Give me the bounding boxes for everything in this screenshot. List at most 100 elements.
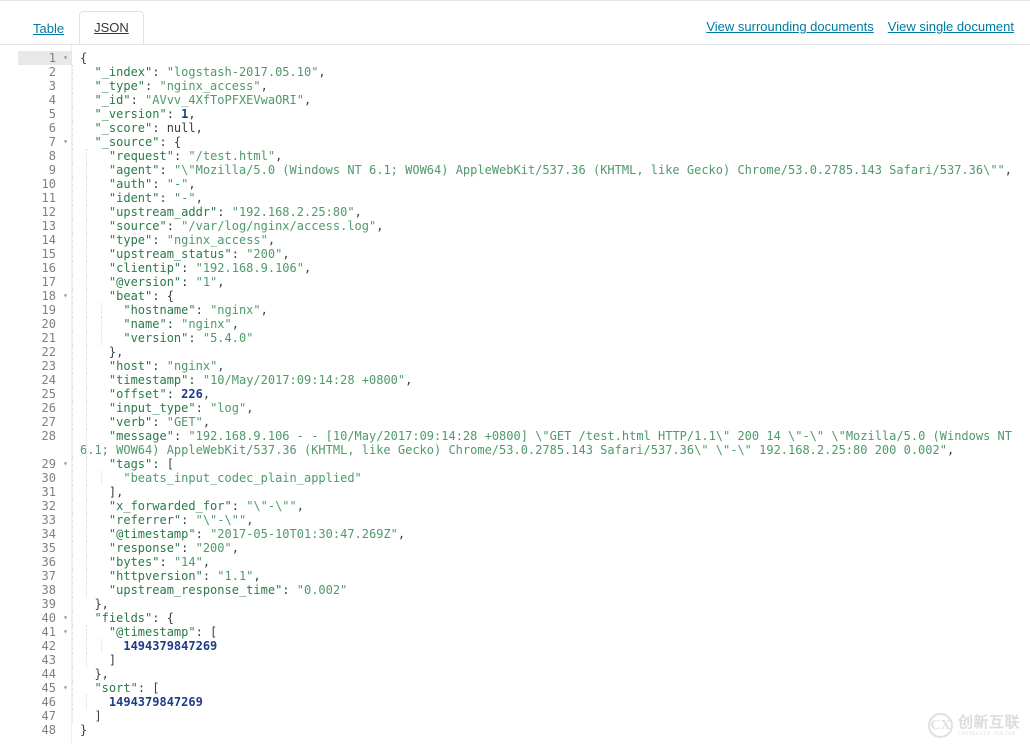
code-line[interactable]: 17 "@version": "1",	[0, 275, 1030, 289]
token-p: :	[231, 499, 247, 513]
code-line[interactable]: 2 "_index": "logstash-2017.05.10",	[0, 65, 1030, 79]
code-line[interactable]: 36 "bytes": "14",	[0, 555, 1030, 569]
code-line[interactable]: 37 "httpversion": "1.1",	[0, 569, 1030, 583]
chevron-down-icon[interactable]: ▾	[63, 457, 68, 471]
code-line[interactable]: 47 ]	[0, 709, 1030, 723]
code-line-content: 1494379847269	[72, 639, 1030, 653]
code-line[interactable]: 22 },	[0, 345, 1030, 359]
token-s: "nginx_access"	[166, 233, 268, 247]
token-p: ,	[275, 149, 283, 163]
token-p: :	[159, 555, 174, 569]
code-line[interactable]: 16 "clientip": "192.168.9.106",	[0, 261, 1030, 275]
code-line-content: "hostname": "nginx",	[72, 303, 1030, 317]
token-p: ]	[108, 653, 117, 667]
token-p: :	[195, 527, 211, 541]
token-p: : {	[152, 289, 174, 303]
code-line[interactable]: 45 ▾ "sort": [	[0, 681, 1030, 695]
view-single-document-link[interactable]: View single document	[888, 19, 1014, 35]
code-line[interactable]: 13 "source": "/var/log/nginx/access.log"…	[0, 219, 1030, 233]
line-number: 1 ▾	[18, 51, 72, 65]
code-line[interactable]: 24 "timestamp": "10/May/2017:09:14:28 +0…	[0, 373, 1030, 387]
token-p: : {	[152, 611, 174, 625]
code-line[interactable]: 12 "upstream_addr": "192.168.2.25:80",	[0, 205, 1030, 219]
tab-table[interactable]: Table	[18, 12, 79, 46]
token-s: "1"	[195, 275, 218, 289]
code-line-content: "input_type": "log",	[72, 401, 1030, 415]
indent-guide	[72, 555, 73, 569]
code-line[interactable]: 5 "_version": 1,	[0, 107, 1030, 121]
code-line[interactable]: 34 "@timestamp": "2017-05-10T01:30:47.26…	[0, 527, 1030, 541]
code-line[interactable]: 9 "agent": "\"Mozilla/5.0 (Windows NT 6.…	[0, 163, 1030, 177]
code-line[interactable]: 48}	[0, 723, 1030, 737]
code-line[interactable]: 43 ]	[0, 653, 1030, 667]
token-k: "beat"	[108, 289, 153, 303]
line-number: 26	[41, 401, 56, 415]
json-code-editor[interactable]: 1 ▾{2 "_index": "logstash-2017.05.10", 3 "…	[0, 45, 1030, 744]
line-number: 14	[41, 233, 56, 247]
chevron-down-icon[interactable]: ▾	[63, 289, 68, 303]
token-k: "offset"	[108, 387, 167, 401]
code-line[interactable]: 35 "response": "200",	[0, 541, 1030, 555]
code-line[interactable]: 8 "request": "/test.html",	[0, 149, 1030, 163]
code-line[interactable]: 19 "hostname": "nginx",	[0, 303, 1030, 317]
code-line[interactable]: 40 ▾ "fields": {	[0, 611, 1030, 625]
code-line[interactable]: 38 "upstream_response_time": "0.002"	[0, 583, 1030, 597]
code-line[interactable]: 6 "_score": null,	[0, 121, 1030, 135]
token-p: ,	[217, 275, 225, 289]
code-line[interactable]: 30 "beats_input_codec_plain_applied"	[0, 471, 1030, 485]
code-line-content: "_id": "AVvv_4XfToPFXEVwaORI",	[72, 93, 1030, 107]
line-number: 10	[41, 177, 56, 191]
chevron-down-icon[interactable]: ▾	[63, 51, 68, 65]
token-s: "200"	[195, 541, 232, 555]
token-p: ],	[108, 485, 124, 499]
code-line[interactable]: 23 "host": "nginx",	[0, 359, 1030, 373]
chevron-down-icon[interactable]: ▾	[63, 625, 68, 639]
indent-guide	[72, 373, 73, 387]
code-line[interactable]: 11 "ident": "-",	[0, 191, 1030, 205]
chevron-down-icon[interactable]: ▾	[63, 681, 68, 695]
code-line[interactable]: 20 "name": "nginx",	[0, 317, 1030, 331]
code-line[interactable]: 26 "input_type": "log",	[0, 401, 1030, 415]
code-line[interactable]: 29 ▾ "tags": [	[0, 457, 1030, 471]
code-line[interactable]: 28 "message": "192.168.9.106 - - [10/May…	[0, 429, 1030, 457]
token-s: "\"-\""	[195, 513, 247, 527]
code-line[interactable]: 32 "x_forwarded_for": "\"-\"",	[0, 499, 1030, 513]
code-line[interactable]: 3 "_type": "nginx_access",	[0, 79, 1030, 93]
indent-guide	[100, 639, 102, 653]
code-line[interactable]: 31 ],	[0, 485, 1030, 499]
code-line[interactable]: 7 ▾ "_source": {	[0, 135, 1030, 149]
code-line[interactable]: 41 ▾ "@timestamp": [	[0, 625, 1030, 639]
indent-guide	[72, 331, 73, 345]
indent-guide	[86, 359, 88, 373]
code-line[interactable]: 4 "_id": "AVvv_4XfToPFXEVwaORI",	[0, 93, 1030, 107]
code-line[interactable]: 33 "referrer": "\"-\"",	[0, 513, 1030, 527]
code-line[interactable]: 39 },	[0, 597, 1030, 611]
code-line[interactable]: 10 "auth": "-",	[0, 177, 1030, 191]
code-line[interactable]: 46 1494379847269	[0, 695, 1030, 709]
code-line[interactable]: 44 },	[0, 667, 1030, 681]
chevron-down-icon[interactable]: ▾	[63, 135, 68, 149]
chevron-down-icon[interactable]: ▾	[63, 611, 68, 625]
token-p: ,	[946, 443, 955, 457]
code-line[interactable]: 25 "offset": 226,	[0, 387, 1030, 401]
code-line-content: "version": "5.4.0"	[72, 331, 1030, 345]
viewer-header: Table JSON View surrounding documents Vi…	[0, 0, 1030, 46]
indent-guide	[72, 289, 73, 303]
code-line[interactable]: 21 "version": "5.4.0"	[0, 331, 1030, 345]
line-number: 21	[41, 331, 56, 345]
indent-guide	[72, 387, 73, 401]
code-line[interactable]: 27 "verb": "GET",	[0, 415, 1030, 429]
indent-guide	[72, 611, 73, 625]
token-p: :	[152, 359, 167, 373]
token-s: "log"	[210, 401, 247, 415]
code-line[interactable]: 18 ▾ "beat": {	[0, 289, 1030, 303]
code-line[interactable]: 14 "type": "nginx_access",	[0, 233, 1030, 247]
code-line[interactable]: 1 ▾ {	[0, 51, 1030, 65]
code-line[interactable]: 42 1494379847269	[0, 639, 1030, 653]
view-surrounding-documents-link[interactable]: View surrounding documents	[706, 19, 873, 35]
code-line[interactable]: 15 "upstream_status": "200",	[0, 247, 1030, 261]
indent-guide	[86, 219, 88, 233]
tab-json[interactable]: JSON	[79, 11, 144, 46]
